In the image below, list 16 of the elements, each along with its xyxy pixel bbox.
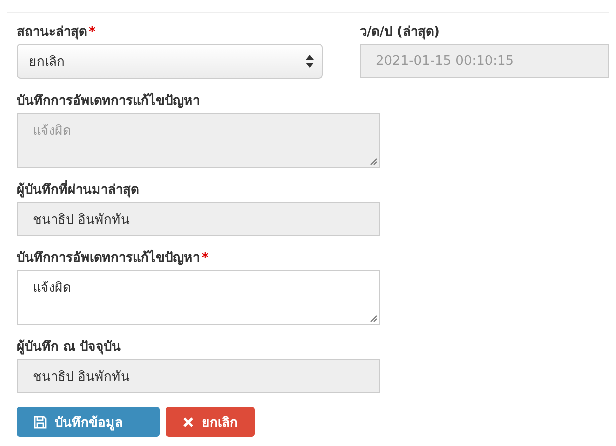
close-icon	[183, 416, 194, 428]
field-label: ว/ด/ป (ล่าสุด)	[360, 24, 441, 42]
save-button[interactable]: บันทึกข้อมูล	[17, 407, 160, 437]
resize-grip-icon	[370, 315, 377, 322]
resize-grip-icon	[370, 158, 377, 165]
textarea-field[interactable]: แจ้งผิด	[17, 270, 380, 325]
required-mark: *	[89, 25, 96, 40]
field-label: ผู้บันทึก ณ ปัจจุบัน	[17, 339, 122, 357]
required-mark: *	[202, 251, 209, 266]
field-label: ผู้บันทึกที่ผ่านมาล่าสุด	[17, 182, 380, 200]
field-label: สถานะล่าสุด*	[17, 24, 97, 42]
cancel-button[interactable]: ยกเลิก	[166, 407, 255, 437]
field-label: บันทึกการอัพเดทการแก้ไขปัญหา*	[17, 250, 210, 268]
caret-icon	[306, 55, 314, 68]
status-select[interactable]: ยกเลิก	[17, 44, 323, 79]
field-label: บันทึกการอัพเดทการแก้ไขปัญหา	[17, 93, 201, 111]
